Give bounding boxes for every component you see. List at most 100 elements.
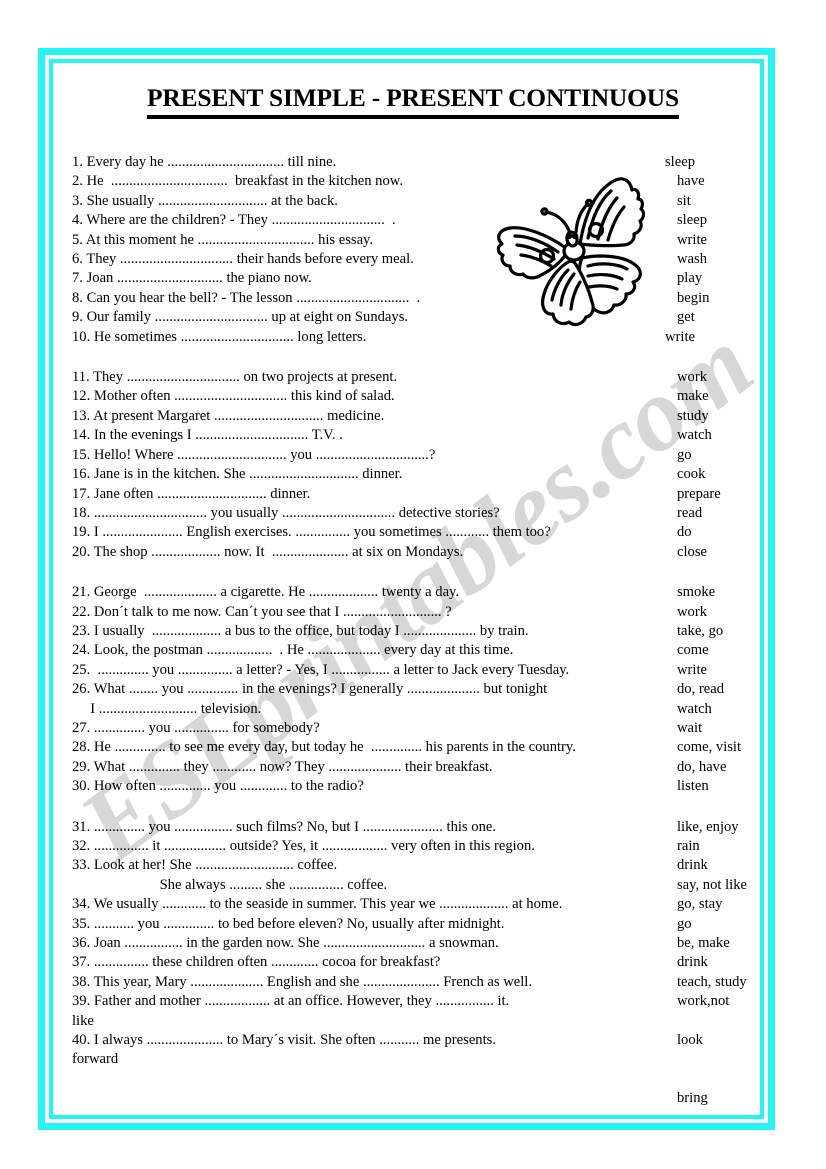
- exercise-sentence: 34. We usually ............ to the seasi…: [72, 896, 563, 913]
- exercise-sentence: 39. Father and mother ..................…: [72, 993, 510, 1010]
- exercise-sentence: 16. Jane is in the kitchen. She ........…: [72, 466, 403, 483]
- verb-prompt: study: [677, 407, 709, 424]
- exercise-row: 38. This year, Mary ....................…: [72, 973, 747, 992]
- exercise-sentence: 11. They ...............................…: [72, 369, 398, 386]
- exercise-sentence: 40. I always ..................... to Ma…: [72, 1032, 496, 1049]
- exercise-sentence: 29. What .............. they ...........…: [72, 758, 493, 775]
- verb-prompt: have: [677, 173, 705, 190]
- verb-prompt: begin: [677, 289, 710, 306]
- page-title: PRESENT SIMPLE - PRESENT CONTINUOUS: [0, 83, 826, 119]
- verb-prompt: look: [677, 1032, 703, 1049]
- verb-prompt: rain: [677, 838, 700, 854]
- exercise-row: 40. I always ..................... to Ma…: [72, 1031, 744, 1050]
- verb-prompt: teach, study: [677, 973, 747, 990]
- verb-prompt: come, visit: [677, 739, 742, 756]
- exercise-row: 17. Jane often .........................…: [72, 485, 744, 504]
- exercise-row: 32. ............... it .................…: [72, 837, 744, 856]
- exercise-sentence: 25. .............. you ............... a…: [72, 661, 570, 678]
- exercise-sentence: 6. They ............................... …: [72, 251, 414, 268]
- exercise-row: 30. How often .............. you .......…: [72, 777, 744, 796]
- butterfly-icon: [496, 177, 646, 327]
- exercise-sentence: 12. Mother often .......................…: [72, 388, 395, 405]
- verb-prompt: listen: [677, 778, 709, 795]
- exercise-row: 16. Jane is in the kitchen. She ........…: [72, 465, 744, 484]
- exercise-row: 31. .............. you ................ …: [72, 818, 744, 837]
- exercise-sentence: 27. .............. you ............... f…: [72, 719, 320, 736]
- overflow-row: forward: [72, 1050, 744, 1069]
- exercise-row: 20. The shop ................... now. It…: [72, 543, 744, 562]
- exercise-sentence: 10. He sometimes .......................…: [72, 328, 367, 345]
- exercise-sentence: 5. At this moment he ...................…: [72, 231, 374, 248]
- overflow-row: like: [72, 1012, 744, 1031]
- overflow-word: like: [72, 1012, 94, 1029]
- verb-prompt: watch: [677, 700, 712, 717]
- verb-prompt: do, have: [677, 758, 727, 775]
- verb-prompt: bring: [677, 1090, 708, 1107]
- exercise-block: 31. .............. you ................ …: [72, 818, 747, 1109]
- exercise-row: 37. ............... these children often…: [72, 953, 744, 972]
- exercise-block: 11. They ...............................…: [72, 368, 744, 562]
- verb-prompt: work,not: [677, 993, 730, 1010]
- verb-prompt: watch: [677, 427, 712, 444]
- exercise-row: 33. Look at her! She ...................…: [72, 856, 744, 875]
- exercise-sentence: 3. She usually .........................…: [72, 192, 338, 209]
- exercise-row: 14. In the evenings I ..................…: [72, 426, 744, 445]
- verb-prompt: do, read: [677, 681, 725, 698]
- verb-prompt: sit: [677, 192, 691, 209]
- verb-prompt: get: [677, 309, 695, 326]
- verb-prompt: say, not like: [677, 876, 747, 893]
- verb-prompt: take, go: [677, 622, 724, 639]
- exercise-sentence: 9. Our family ..........................…: [72, 309, 409, 326]
- exercise-sentence: 36. Joan ................ in the garden …: [72, 935, 499, 952]
- exercise-row: 19. I ...................... English exe…: [72, 523, 744, 542]
- exercise-row: 13. At present Margaret ................…: [72, 407, 744, 426]
- continuation-row: She always ......... she ...............…: [72, 876, 747, 895]
- exercise-sentence: 22. Don´t talk to me now. Can´t you see …: [72, 603, 452, 620]
- exercise-sentence: 23. I usually ................... a bus …: [72, 622, 529, 639]
- exercise-sentence: 1. Every day he ........................…: [72, 154, 337, 170]
- exercise-sentence: 28. He .............. to see me every da…: [72, 739, 576, 756]
- verb-prompt: write: [665, 328, 695, 345]
- exercise-row: 28. He .............. to see me every da…: [72, 738, 744, 757]
- exercise-row: 18. ............................... you …: [72, 504, 744, 523]
- exercise-row: 25. .............. you ............... a…: [72, 661, 744, 680]
- exercise-row: 15. Hello! Where .......................…: [72, 446, 744, 465]
- exercise-sentence: 20. The shop ................... now. It…: [72, 543, 464, 560]
- overflow-word: forward: [72, 1051, 119, 1068]
- verb-prompt: smoke: [677, 584, 716, 601]
- verb-prompt: go: [677, 446, 692, 463]
- page-title-text: PRESENT SIMPLE - PRESENT CONTINUOUS: [147, 83, 679, 119]
- verb-prompt: read: [677, 504, 703, 521]
- exercise-sentence: 18. ............................... you …: [72, 504, 500, 521]
- exercise-row: 22. Don´t talk to me now. Can´t you see …: [72, 603, 744, 622]
- verb-prompt: work: [677, 369, 707, 386]
- verb-prompt: like, enjoy: [677, 818, 739, 835]
- exercise-sentence: 19. I ...................... English exe…: [72, 524, 551, 541]
- exercise-sentence: 38. This year, Mary ....................…: [72, 973, 533, 990]
- spacer-row: [72, 1070, 744, 1089]
- exercise-sentence: 21. George .................... a cigare…: [72, 584, 460, 601]
- exercise-sentence: 7. Joan ............................. th…: [72, 270, 312, 287]
- exercise-block: 21. George .................... a cigare…: [72, 583, 744, 796]
- verb-prompt: drink: [677, 954, 708, 971]
- exercise-row: 29. What .............. they ...........…: [72, 758, 744, 777]
- verb-prompt: come: [677, 642, 709, 659]
- exercise-sentence: 37. ............... these children often…: [72, 954, 441, 971]
- exercise-row: 34. We usually ............ to the seasi…: [72, 895, 744, 914]
- exercise-sentence: 35. ........... you .............. to be…: [72, 915, 505, 932]
- sentence-continuation: She always ......... she ...............…: [72, 876, 388, 893]
- exercise-sentence: 24. Look, the postman ..................…: [72, 642, 514, 659]
- exercise-row: 35. ........... you .............. to be…: [72, 915, 744, 934]
- exercise-sentence: 8. Can you hear the bell? - The lesson .…: [72, 289, 421, 306]
- exercise-sentence: 14. In the evenings I ..................…: [72, 427, 343, 444]
- exercise-sentence: 13. At present Margaret ................…: [72, 407, 385, 424]
- verb-prompt: write: [677, 231, 707, 248]
- verb-prompt: be, make: [677, 935, 730, 952]
- exercise-row: 21. George .................... a cigare…: [72, 583, 744, 602]
- exercise-row: 23. I usually ................... a bus …: [72, 622, 744, 641]
- verb-prompt: wait: [677, 719, 703, 736]
- verb-prompt: do: [677, 524, 692, 541]
- verb-prompt: go, stay: [677, 896, 723, 913]
- spacer-row: bring: [72, 1089, 744, 1108]
- verb-prompt: cook: [677, 466, 706, 483]
